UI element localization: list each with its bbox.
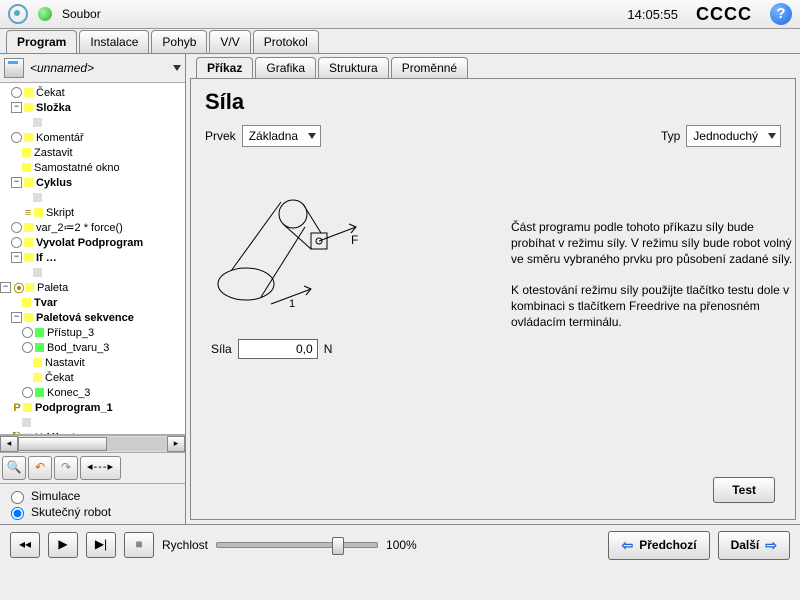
chevron-down-icon [768, 133, 776, 139]
tab-v/v[interactable]: V/V [209, 30, 250, 53]
prev-button[interactable]: ⇦Předchozí [608, 531, 709, 560]
tree-node[interactable] [0, 265, 185, 280]
tree-node[interactable] [0, 415, 185, 430]
run-mode-radios: Simulace Skutečný robot [0, 483, 185, 524]
move-arrows-button[interactable]: ◂---▸ [80, 456, 121, 480]
undo-icon[interactable]: ↶ [28, 456, 52, 480]
svg-text:F: F [351, 233, 358, 247]
sila-input[interactable]: 0,0 [238, 339, 318, 359]
tab-protokol[interactable]: Protokol [253, 30, 319, 53]
tab-instalace[interactable]: Instalace [79, 30, 149, 53]
file-dropdown-icon[interactable] [173, 65, 181, 71]
save-icon[interactable] [4, 58, 24, 78]
globe-icon [38, 7, 52, 21]
next-button[interactable]: Další⇨ [718, 531, 790, 560]
search-icon[interactable]: 🔍 [2, 456, 26, 480]
radio-real-robot[interactable]: Skutečný robot [6, 504, 179, 520]
tree-node[interactable]: var_2≔2 * force() [0, 220, 185, 235]
redo-icon[interactable]: ↷ [54, 456, 78, 480]
tree-node[interactable] [0, 190, 185, 205]
stop-button[interactable]: ■ [124, 532, 154, 558]
scroll-left-icon[interactable]: ◂ [0, 436, 18, 452]
tree-node[interactable]: Přístup_3 [0, 325, 185, 340]
tree-hscroll[interactable]: ◂ ▸ [0, 435, 185, 452]
description-text: Část programu podle tohoto příkazu síly … [511, 219, 800, 344]
svg-text:1: 1 [289, 298, 295, 310]
file-name: <unnamed> [30, 61, 94, 75]
subtab-grafika[interactable]: Grafika [255, 57, 316, 78]
tree-node[interactable]: ≡Skript [0, 205, 185, 220]
scroll-thumb[interactable] [18, 437, 107, 451]
prvek-select[interactable]: Základna [242, 125, 321, 147]
tree-node[interactable] [0, 115, 185, 130]
tree-node[interactable]: Čekat [0, 85, 185, 100]
speed-label: Rychlost [162, 538, 208, 552]
status-cccc: CCCC [696, 4, 752, 25]
tree-node[interactable]: −⦿Paleta [0, 280, 185, 295]
sila-unit: N [324, 342, 333, 356]
top-bar: Soubor 14:05:55 CCCC ? [0, 0, 800, 29]
command-panel: Síla Prvek Základna Typ Jednoduchý [190, 78, 796, 520]
tab-program[interactable]: Program [6, 30, 77, 53]
tree-node[interactable]: −Složka [0, 100, 185, 115]
tab-pohyb[interactable]: Pohyb [151, 30, 207, 53]
app-logo-icon [8, 4, 28, 24]
speed-slider[interactable] [216, 542, 378, 548]
bottom-bar: ◂◂ ▶ ▶| ■ Rychlost 100% ⇦Předchozí Další… [0, 524, 800, 565]
step-button[interactable]: ▶| [86, 532, 116, 558]
tree-node[interactable]: −If … [0, 250, 185, 265]
left-column: <unnamed> Čekat−SložkaKomentářZastavitSa… [0, 54, 186, 524]
menu-file[interactable]: Soubor [62, 7, 101, 21]
tree-node[interactable]: −Paletová sekvence [0, 310, 185, 325]
subtab-struktura[interactable]: Struktura [318, 57, 389, 78]
sila-label: Síla [211, 342, 232, 356]
prvek-label: Prvek [205, 129, 236, 143]
scroll-right-icon[interactable]: ▸ [167, 436, 185, 452]
tree-node[interactable]: −Cyklus [0, 175, 185, 190]
help-icon[interactable]: ? [770, 3, 792, 25]
file-bar: <unnamed> [0, 54, 185, 83]
panel-title: Síla [205, 89, 781, 115]
clock: 14:05:55 [627, 7, 678, 22]
tree-node[interactable]: Čekat [0, 370, 185, 385]
tree-node[interactable]: Samostatné okno [0, 160, 185, 175]
tree-node[interactable]: PPodprogram_1 [0, 400, 185, 415]
sub-tab-bar: PříkazGrafikaStrukturaProměnné [186, 56, 800, 78]
tree-node[interactable]: Nastavit [0, 355, 185, 370]
tree-toolbar: 🔍 ↶ ↷ ◂---▸ [0, 452, 185, 483]
chevron-down-icon [308, 133, 316, 139]
radio-simulation[interactable]: Simulace [6, 488, 179, 504]
tree-node[interactable]: Tvar [0, 295, 185, 310]
subtab-proměnné[interactable]: Proměnné [391, 57, 468, 78]
tree-node[interactable]: Zastavit [0, 145, 185, 160]
force-diagram: F 1 [211, 189, 381, 319]
program-tree[interactable]: Čekat−SložkaKomentářZastavitSamostatné o… [0, 83, 185, 435]
right-column: PříkazGrafikaStrukturaProměnné Síla Prve… [186, 54, 800, 524]
rewind-button[interactable]: ◂◂ [10, 532, 40, 558]
test-button[interactable]: Test [713, 477, 775, 503]
typ-label: Typ [661, 129, 680, 143]
typ-select[interactable]: Jednoduchý [686, 125, 781, 147]
tree-node[interactable]: Vyvolat Podprogram [0, 235, 185, 250]
tree-node[interactable]: Komentář [0, 130, 185, 145]
subtab-příkaz[interactable]: Příkaz [196, 57, 253, 78]
main-tab-bar: ProgramInstalacePohybV/VProtokol [0, 29, 800, 53]
tree-node[interactable]: Bod_tvaru_3 [0, 340, 185, 355]
speed-value: 100% [386, 538, 417, 552]
tree-node[interactable]: Konec_3 [0, 385, 185, 400]
play-button[interactable]: ▶ [48, 532, 78, 558]
